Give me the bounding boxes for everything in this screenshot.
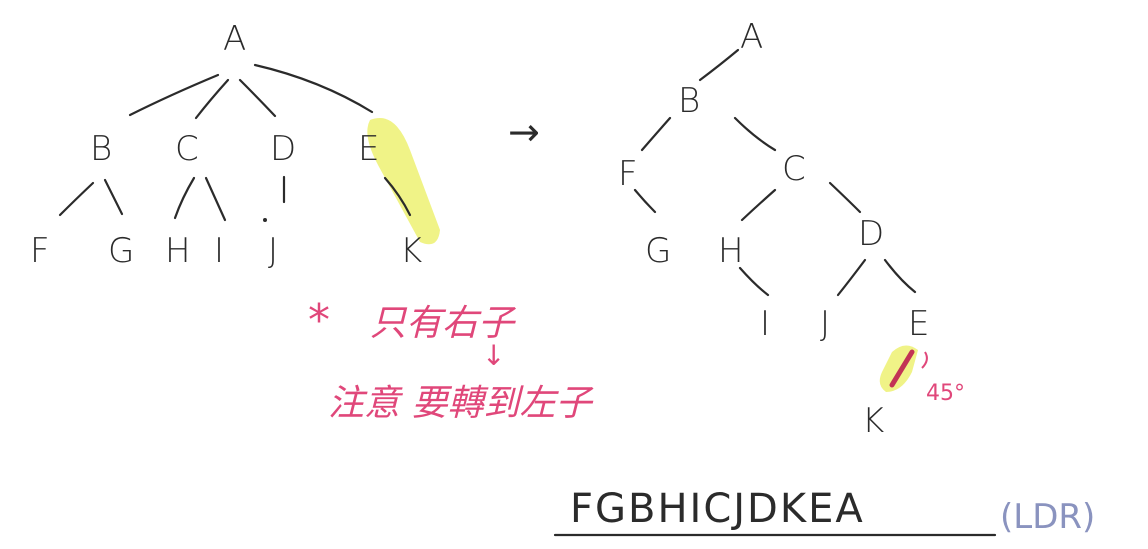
right-node-j: J — [820, 304, 830, 344]
right-node-i: I — [760, 304, 770, 344]
edge-a-c — [194, 78, 230, 120]
right-node-b: B — [678, 81, 700, 121]
left-node-c: C — [175, 129, 199, 169]
binary-tree-conversion-diagram: A B C D E F G H I J K → A B F C G H D I … — [30, 17, 1095, 537]
right-node-e: E — [908, 304, 929, 344]
right-node-f: F — [618, 154, 638, 194]
traversal-sequence: FGBHICJDKEA — [570, 486, 865, 532]
right-node-a: A — [740, 17, 763, 57]
left-node-j: J — [268, 231, 278, 271]
left-node-f: F — [30, 231, 50, 271]
right-tree-edges — [633, 48, 917, 297]
edge-b-g — [103, 178, 124, 216]
edge-r-b-f — [640, 116, 672, 152]
edge-c-i — [204, 176, 227, 222]
angle-note: 45° — [926, 381, 965, 406]
ink-dot — [263, 218, 267, 222]
pink-note: * 只有右子 ↓ 注意 要轉到左子 — [308, 295, 594, 424]
left-node-i: I — [214, 231, 224, 271]
edge-r-c-h — [740, 188, 777, 222]
edge-r-b-c — [733, 116, 777, 152]
edge-r-a-b — [698, 48, 740, 82]
note-line2: 注意 要轉到左子 — [328, 383, 594, 424]
note-star: * — [308, 295, 330, 346]
left-node-g: G — [108, 231, 134, 271]
edge-r-d-j — [836, 258, 867, 297]
edge-a-b — [128, 73, 220, 117]
right-node-h: H — [718, 231, 744, 271]
traversal-order: (LDR) — [1000, 497, 1095, 537]
edge-c-h — [173, 176, 196, 220]
right-node-c: C — [782, 149, 806, 189]
right-node-g: G — [645, 231, 671, 271]
left-node-a: A — [223, 19, 246, 59]
right-node-k: K — [862, 401, 884, 441]
left-node-k: K — [400, 231, 422, 271]
edge-a-e — [253, 63, 374, 114]
left-node-h: H — [165, 231, 191, 271]
left-tree-labels: A B C D E F G H I J K — [30, 19, 422, 271]
left-node-b: B — [90, 129, 112, 169]
left-node-d: D — [270, 129, 296, 169]
edge-r-c-d — [828, 181, 862, 214]
conversion-arrow: → — [508, 110, 540, 154]
edge-b-f — [58, 181, 95, 217]
note-down-arrow: ↓ — [482, 339, 505, 372]
edge-a-d — [238, 78, 277, 118]
edge-r-h-i — [738, 266, 770, 297]
note-line1: 只有右子 — [370, 303, 517, 344]
right-node-d: D — [858, 214, 884, 254]
edge-r-f-g — [633, 188, 657, 214]
left-node-e: E — [358, 129, 379, 169]
angle-mark-icon — [921, 351, 928, 369]
edge-r-d-e — [883, 258, 917, 294]
